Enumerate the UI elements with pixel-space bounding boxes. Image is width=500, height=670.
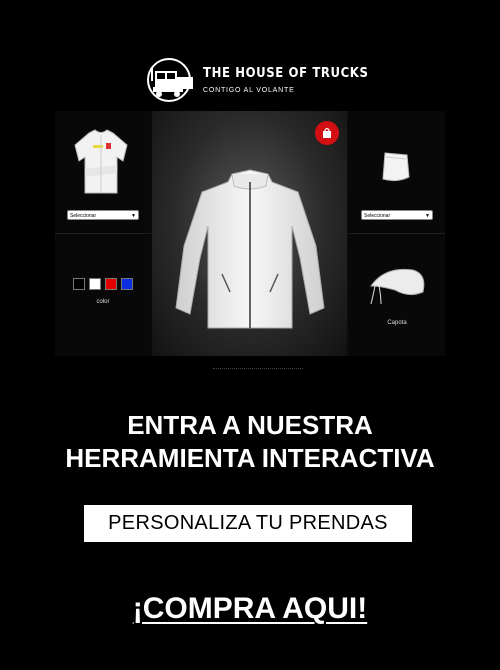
hood-option-cell[interactable]: Capota [349,234,445,356]
pocket-select-value: Seleccionar [364,213,391,219]
chevron-down-icon: ▼ [425,213,430,219]
headline-line-1: ENTRA A NUESTRA [127,410,373,440]
shirt-select[interactable]: Seleccionar ▼ [67,210,139,220]
pocket-thumbnail[interactable] [379,149,413,185]
right-options-panel: Seleccionar ▼ Capota [349,111,445,356]
shopping-bag-button[interactable] [315,121,339,145]
swatch-blue[interactable] [121,278,133,290]
carousel-indicator [213,368,303,372]
swatch-red[interactable] [105,278,117,290]
truck-logo-icon [147,58,193,102]
color-label: color [96,299,110,305]
left-options-panel: Seleccionar ▼ color [55,111,151,356]
brand-logo[interactable]: THE HOUSE OF TRUCKS CONTIGO AL VOLANTE [145,57,369,103]
shirt-option-cell[interactable]: Seleccionar ▼ [55,111,151,234]
pocket-option-cell[interactable]: Seleccionar ▼ [349,111,445,234]
pocket-select[interactable]: Seleccionar ▼ [361,210,433,220]
headline: ENTRA A NUESTRA HERRAMIENTA INTERACTIVA [0,409,500,475]
shopping-bag-icon [323,127,331,138]
swatch-black[interactable] [73,278,85,290]
hood-thumbnail[interactable] [365,264,429,308]
garment-configurator[interactable]: Seleccionar ▼ color Seleccionar ▼ Capota [55,111,445,356]
personalize-banner: PERSONALIZA TU PRENDAS [84,505,412,542]
shirt-select-value: Seleccionar [70,213,97,219]
swatch-white[interactable] [89,278,101,290]
jacket-model-image [175,169,325,329]
brand-tagline: CONTIGO AL VOLANTE [203,87,295,94]
brand-name: THE HOUSE OF TRUCKS [203,66,369,81]
color-swatches [73,278,133,290]
headline-line-2: HERRAMIENTA INTERACTIVA [65,443,435,473]
chevron-down-icon: ▼ [131,213,136,219]
hood-label: Capota [387,320,407,326]
color-option-cell [55,234,151,356]
jacket-preview[interactable] [152,111,347,356]
shirt-thumbnail[interactable] [69,127,133,199]
buy-now-link[interactable]: ¡COMPRA AQUI! [0,592,500,626]
